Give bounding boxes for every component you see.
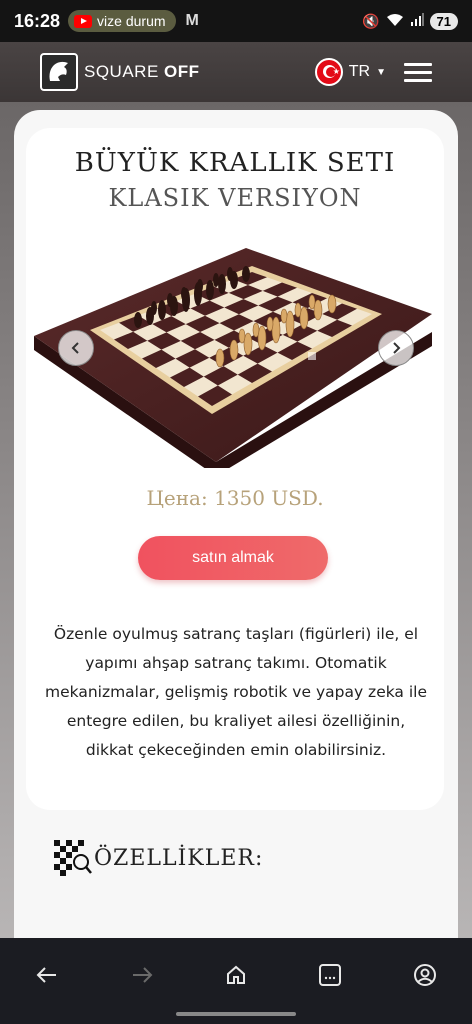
logo-icon[interactable] bbox=[40, 53, 78, 91]
site-header: SQUARE OFF ★ TR ▼ bbox=[0, 42, 472, 102]
language-selector[interactable]: ★ TR ▼ bbox=[314, 58, 386, 86]
nav-forward-button[interactable] bbox=[122, 958, 162, 992]
gmail-icon: M bbox=[185, 12, 199, 29]
nav-tabs-button[interactable] bbox=[310, 958, 350, 992]
caret-down-icon: ▼ bbox=[376, 66, 386, 78]
account-icon bbox=[413, 964, 436, 986]
carousel-next-button[interactable] bbox=[378, 330, 414, 366]
turkey-flag-icon: ★ bbox=[314, 58, 343, 86]
features-heading: ÖZELLİKLER: bbox=[52, 838, 263, 878]
status-time: 16:28 bbox=[14, 10, 61, 31]
logo-square-text: SQUARE bbox=[84, 62, 159, 81]
menu-icon[interactable] bbox=[404, 62, 432, 82]
notification-pill[interactable]: vize durum bbox=[68, 10, 176, 32]
arrow-left-icon bbox=[36, 967, 57, 983]
nav-account-button[interactable] bbox=[405, 958, 445, 992]
language-code: TR bbox=[348, 63, 371, 80]
logo-text[interactable]: SQUARE OFF bbox=[84, 62, 200, 82]
logo-off-text: OFF bbox=[164, 62, 200, 81]
battery-indicator: 71 bbox=[429, 12, 458, 30]
tabs-icon bbox=[319, 964, 342, 986]
checkerboard-magnifier-icon bbox=[54, 840, 92, 876]
product-title: BÜYÜK KRALLIK SETI bbox=[74, 148, 396, 178]
status-icons: 🔇 71 bbox=[362, 12, 458, 30]
mute-icon: 🔇 bbox=[362, 12, 380, 29]
buy-button[interactable]: satın almak bbox=[138, 536, 328, 580]
product-subtitle: KLASIK VERSIYON bbox=[108, 184, 362, 212]
status-bar: 16:28 vize durum M 🔇 71 bbox=[0, 0, 472, 42]
home-indicator bbox=[176, 1012, 296, 1016]
nav-back-button[interactable] bbox=[27, 958, 67, 992]
arrow-right-icon bbox=[132, 967, 152, 983]
home-icon bbox=[226, 965, 245, 984]
signal-icon bbox=[410, 12, 424, 30]
wifi-icon bbox=[386, 13, 404, 30]
product-price: Цена: 1350 USD. bbox=[146, 486, 324, 510]
features-title: ÖZELLİKLER: bbox=[94, 845, 264, 871]
notification-text: vize durum bbox=[97, 13, 166, 29]
carousel-prev-button[interactable] bbox=[58, 330, 94, 366]
chevron-left-icon bbox=[71, 342, 79, 354]
youtube-icon bbox=[74, 14, 93, 28]
chevron-right-icon bbox=[393, 342, 401, 354]
product-description: Özenle oyulmuş satranç taşları (figürler… bbox=[44, 625, 428, 759]
nav-home-button[interactable] bbox=[216, 958, 256, 992]
